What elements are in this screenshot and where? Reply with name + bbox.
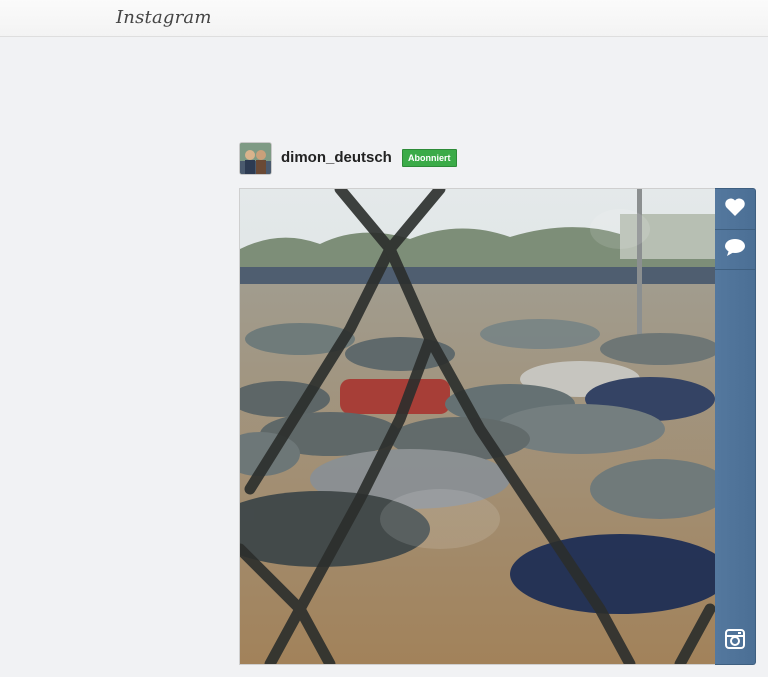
- post-action-bar: [715, 188, 756, 665]
- open-on-instagram-button[interactable]: [715, 621, 755, 661]
- heart-icon: [724, 197, 746, 222]
- top-bar: Instagram: [0, 0, 768, 37]
- comment-button[interactable]: [715, 229, 755, 270]
- flooded-car-lot-photo: [240, 189, 716, 664]
- follow-status-badge[interactable]: Abonniert: [402, 149, 457, 167]
- speech-bubble-icon: [724, 237, 746, 262]
- post-photo[interactable]: [239, 188, 717, 665]
- post-username[interactable]: dimon_deutsch: [281, 149, 392, 166]
- post-header: dimon_deutsch Abonniert: [239, 142, 539, 175]
- camera-icon: [724, 628, 746, 655]
- instagram-logo[interactable]: Instagram: [116, 7, 212, 28]
- like-button[interactable]: [715, 189, 755, 230]
- avatar[interactable]: [239, 142, 272, 175]
